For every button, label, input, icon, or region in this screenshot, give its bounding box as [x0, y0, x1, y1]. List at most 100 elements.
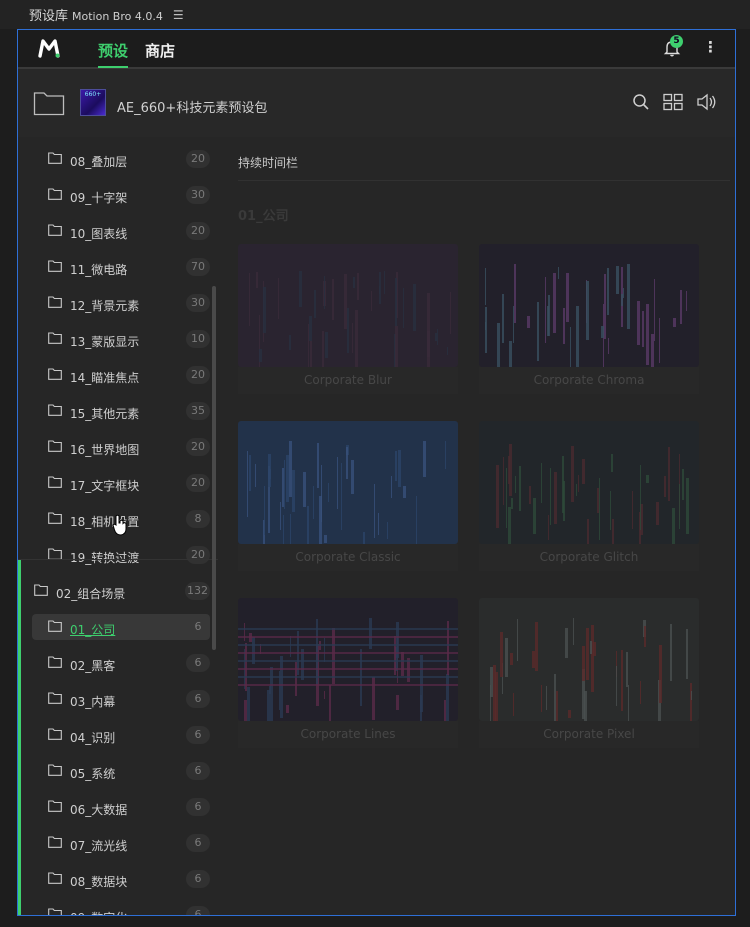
mouse-cursor-icon [112, 514, 127, 536]
folder-icon [48, 512, 62, 527]
count-badge: 30 [186, 294, 210, 312]
sidebar-item-label: 14_瞄准焦点 [70, 371, 140, 385]
motion-bro-logo[interactable] [38, 38, 60, 58]
sidebar-item-label: 08_叠加层 [70, 155, 128, 169]
sidebar-item[interactable]: 04_识别 6 [18, 720, 213, 750]
active-group-indicator [18, 560, 21, 915]
count-badge: 10 [186, 330, 210, 348]
folder-icon [48, 656, 62, 671]
preset-library-panel: 预设 商店 5 ⋮ 660+ AE_660+科技元素预设包 09_ [17, 29, 736, 916]
count-badge: 20 [186, 150, 210, 168]
folder-icon [48, 152, 62, 167]
preset-name: Corporate Classic [238, 544, 458, 571]
preset-card[interactable]: Corporate Glitch [479, 421, 699, 571]
divider [18, 559, 218, 560]
folder-icon [48, 836, 62, 851]
folder-icon [48, 476, 62, 491]
preset-card[interactable]: Corporate Classic [238, 421, 458, 571]
count-badge: 35 [186, 402, 210, 420]
sidebar-item[interactable]: 19_转换过渡 20 [18, 540, 213, 570]
search-icon[interactable] [632, 93, 650, 111]
hamburger-icon[interactable]: ☰ [173, 8, 184, 22]
window-titlebar: 预设库 Motion Bro 4.0.4 ☰ [0, 0, 750, 29]
sidebar-item[interactable]: 03_内幕 6 [18, 684, 213, 714]
sidebar-item-label: 16_世界地图 [70, 443, 140, 457]
sidebar-item[interactable]: 02_黑客 6 [18, 648, 213, 678]
folder-icon [48, 260, 62, 275]
sidebar-item[interactable]: 17_文字框块 20 [18, 468, 213, 498]
tab-presets[interactable]: 预设 [98, 40, 129, 68]
sidebar-item[interactable]: 16_世界地图 20 [18, 432, 213, 462]
window-title: 预设库 Motion Bro 4.0.4 [29, 9, 163, 24]
section-title: 01_公司 [238, 209, 289, 224]
sidebar-item[interactable]: 15_其他元素 35 [18, 396, 213, 426]
folder-icon [48, 872, 62, 887]
tab-store[interactable]: 商店 [145, 40, 175, 61]
sidebar-group[interactable]: 02_组合场景 132 [18, 576, 213, 606]
sidebar-item[interactable]: 09_十字架 30 [18, 180, 213, 210]
sidebar-item[interactable]: 08_数据块 6 [18, 864, 213, 894]
preset-card[interactable]: Corporate Pixel [479, 598, 699, 748]
more-options-icon[interactable]: ⋮ [703, 38, 718, 56]
sidebar-item-label: 07_流光线 [70, 839, 128, 853]
preset-card[interactable]: Corporate Lines [238, 598, 458, 748]
sidebar-item-label: 10_图表线 [70, 227, 128, 241]
count-badge: 20 [186, 366, 210, 384]
count-badge: 6 [186, 726, 210, 744]
speaker-icon[interactable] [696, 93, 718, 111]
count-badge: 132 [185, 582, 210, 600]
sidebar-item[interactable]: 14_瞄准焦点 20 [18, 360, 213, 390]
folder-icon[interactable] [33, 90, 65, 116]
duration-bar-label[interactable]: 持续时间栏 [238, 154, 298, 171]
folder-icon [48, 188, 62, 203]
sidebar-item-label: 19_转换过渡 [70, 551, 140, 565]
sidebar-item[interactable]: 05_系统 6 [18, 756, 213, 786]
sidebar-item-label: 11_微电路 [70, 263, 128, 277]
count-badge: 20 [186, 222, 210, 240]
preset-pack-bar: 660+ AE_660+科技元素预设包 [18, 69, 735, 137]
preset-name: Corporate Chroma [479, 367, 699, 394]
sidebar-item-label: 02_黑客 [70, 659, 116, 673]
folder-icon [48, 620, 62, 635]
pack-thumbnail: 660+ [80, 89, 106, 116]
sidebar-item[interactable]: 01_公司 6 [18, 612, 213, 642]
count-badge: 6 [186, 690, 210, 708]
folder-icon [34, 584, 48, 599]
preset-card[interactable]: Corporate Chroma [479, 244, 699, 394]
folder-icon [48, 548, 62, 563]
sidebar-item-label: 05_系统 [70, 767, 116, 781]
sidebar-scrollbar[interactable] [212, 286, 216, 650]
sidebar-item[interactable]: 08_叠加层 20 [18, 144, 213, 174]
preset-card[interactable]: Corporate Blur [238, 244, 458, 394]
sidebar-item[interactable]: 13_蒙版显示 10 [18, 324, 213, 354]
sidebar-item-label: 12_背景元素 [70, 299, 140, 313]
pack-name[interactable]: AE_660+科技元素预设包 [117, 97, 267, 116]
sidebar-item[interactable]: 11_微电路 70 [18, 252, 213, 282]
sidebar-item-label: 13_蒙版显示 [70, 335, 140, 349]
sidebar-item[interactable]: 07_流光线 6 [18, 828, 213, 858]
folder-icon [48, 440, 62, 455]
sidebar-item[interactable]: 10_图表线 20 [18, 216, 213, 246]
sidebar-item[interactable]: 12_背景元素 30 [18, 288, 213, 318]
sidebar-item[interactable]: 06_大数据 6 [18, 792, 213, 822]
divider [238, 180, 730, 181]
sidebar-item-label: 08_数据块 [70, 875, 128, 889]
folder-icon [48, 764, 62, 779]
count-badge: 20 [186, 546, 210, 564]
preset-name: Corporate Pixel [479, 721, 699, 748]
count-badge: 6 [186, 654, 210, 672]
top-header: 预设 商店 5 ⋮ [18, 30, 735, 69]
folder-icon [48, 692, 62, 707]
preset-name: Corporate Lines [238, 721, 458, 748]
count-badge: 30 [186, 186, 210, 204]
folder-icon [48, 368, 62, 383]
preset-content: 持续时间栏 01_公司 Corporate Blur Corporate Chro… [218, 137, 735, 915]
folder-icon [48, 332, 62, 347]
sidebar-item[interactable]: 09_数字化 6 [18, 900, 213, 915]
folder-icon [48, 908, 62, 915]
preset-preview [479, 244, 699, 367]
folder-icon [48, 728, 62, 743]
grid-view-icon[interactable] [663, 93, 683, 111]
app-version: Motion Bro 4.0.4 [72, 10, 163, 23]
count-badge: 6 [186, 798, 210, 816]
